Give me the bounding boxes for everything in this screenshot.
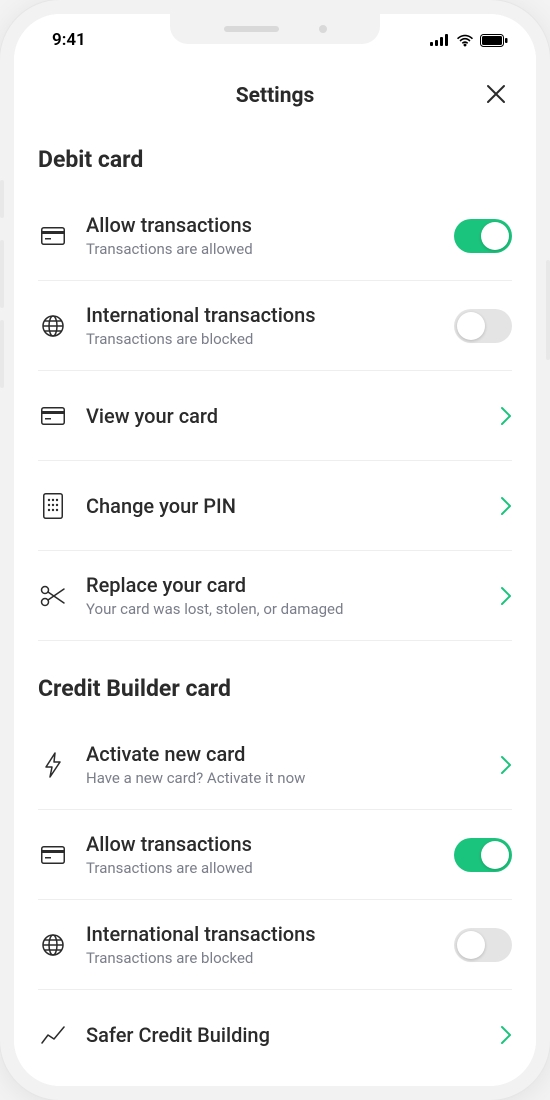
- row-credit-allow-transactions[interactable]: Allow transactions Transactions are allo…: [38, 810, 512, 900]
- chart-icon: [38, 1025, 68, 1045]
- card-icon: [38, 846, 68, 864]
- phone-frame: 9:41 Settings: [0, 0, 550, 1100]
- row-credit-activate[interactable]: Activate new card Have a new card? Activ…: [38, 720, 512, 810]
- row-title: View your card: [86, 403, 488, 429]
- row-debit-view-card[interactable]: View your card: [38, 371, 512, 461]
- row-subtitle: Transactions are allowed: [86, 859, 442, 879]
- toggle-credit-allow[interactable]: [454, 838, 512, 872]
- globe-icon: [38, 314, 68, 338]
- globe-icon: [38, 933, 68, 957]
- row-title: Allow transactions: [86, 831, 442, 857]
- row-subtitle: Your card was lost, stolen, or damaged: [86, 600, 488, 620]
- chevron-right-icon: [500, 496, 512, 516]
- toggle-debit-international[interactable]: [454, 309, 512, 343]
- row-debit-change-pin[interactable]: Change your PIN: [38, 461, 512, 551]
- status-icons: [430, 34, 508, 47]
- bolt-icon: [38, 752, 68, 778]
- section-title-debit: Debit card: [38, 146, 512, 173]
- row-title: Safer Credit Building: [86, 1022, 488, 1048]
- close-icon: [485, 83, 507, 109]
- row-subtitle: Transactions are blocked: [86, 949, 442, 969]
- status-time: 9:41: [52, 30, 86, 50]
- chevron-right-icon: [500, 586, 512, 606]
- wifi-icon: [456, 34, 474, 47]
- device-notch: [170, 14, 380, 44]
- cellular-icon: [430, 34, 450, 46]
- toggle-debit-allow[interactable]: [454, 219, 512, 253]
- section-title-credit: Credit Builder card: [38, 675, 512, 702]
- chevron-right-icon: [500, 406, 512, 426]
- row-title: Replace your card: [86, 572, 488, 598]
- toggle-credit-international[interactable]: [454, 928, 512, 962]
- row-title: Change your PIN: [86, 493, 488, 519]
- content: Debit card Allow transactions Transactio…: [14, 126, 536, 1086]
- chevron-right-icon: [500, 1025, 512, 1045]
- scissors-icon: [38, 585, 68, 607]
- row-credit-safer-building[interactable]: Safer Credit Building: [38, 990, 512, 1080]
- row-title: Activate new card: [86, 741, 488, 767]
- row-debit-replace-card[interactable]: Replace your card Your card was lost, st…: [38, 551, 512, 641]
- keypad-icon: [38, 493, 68, 519]
- battery-icon: [480, 34, 508, 47]
- row-debit-allow-transactions[interactable]: Allow transactions Transactions are allo…: [38, 191, 512, 281]
- row-subtitle: Transactions are allowed: [86, 240, 442, 260]
- page-title: Settings: [236, 84, 315, 108]
- card-icon: [38, 407, 68, 425]
- row-subtitle: Have a new card? Activate it now: [86, 769, 488, 789]
- volume-down: [0, 320, 4, 388]
- card-icon: [38, 227, 68, 245]
- side-switch: [0, 180, 4, 218]
- row-subtitle: Transactions are blocked: [86, 330, 442, 350]
- close-button[interactable]: [482, 82, 510, 110]
- chevron-right-icon: [500, 755, 512, 775]
- row-title: International transactions: [86, 302, 442, 328]
- row-debit-international[interactable]: International transactions Transactions …: [38, 281, 512, 371]
- screen: 9:41 Settings: [14, 14, 536, 1086]
- power-button: [546, 260, 550, 360]
- row-credit-international[interactable]: International transactions Transactions …: [38, 900, 512, 990]
- row-title: Allow transactions: [86, 212, 442, 238]
- volume-up: [0, 240, 4, 308]
- row-title: International transactions: [86, 921, 442, 947]
- nav-header: Settings: [14, 66, 536, 126]
